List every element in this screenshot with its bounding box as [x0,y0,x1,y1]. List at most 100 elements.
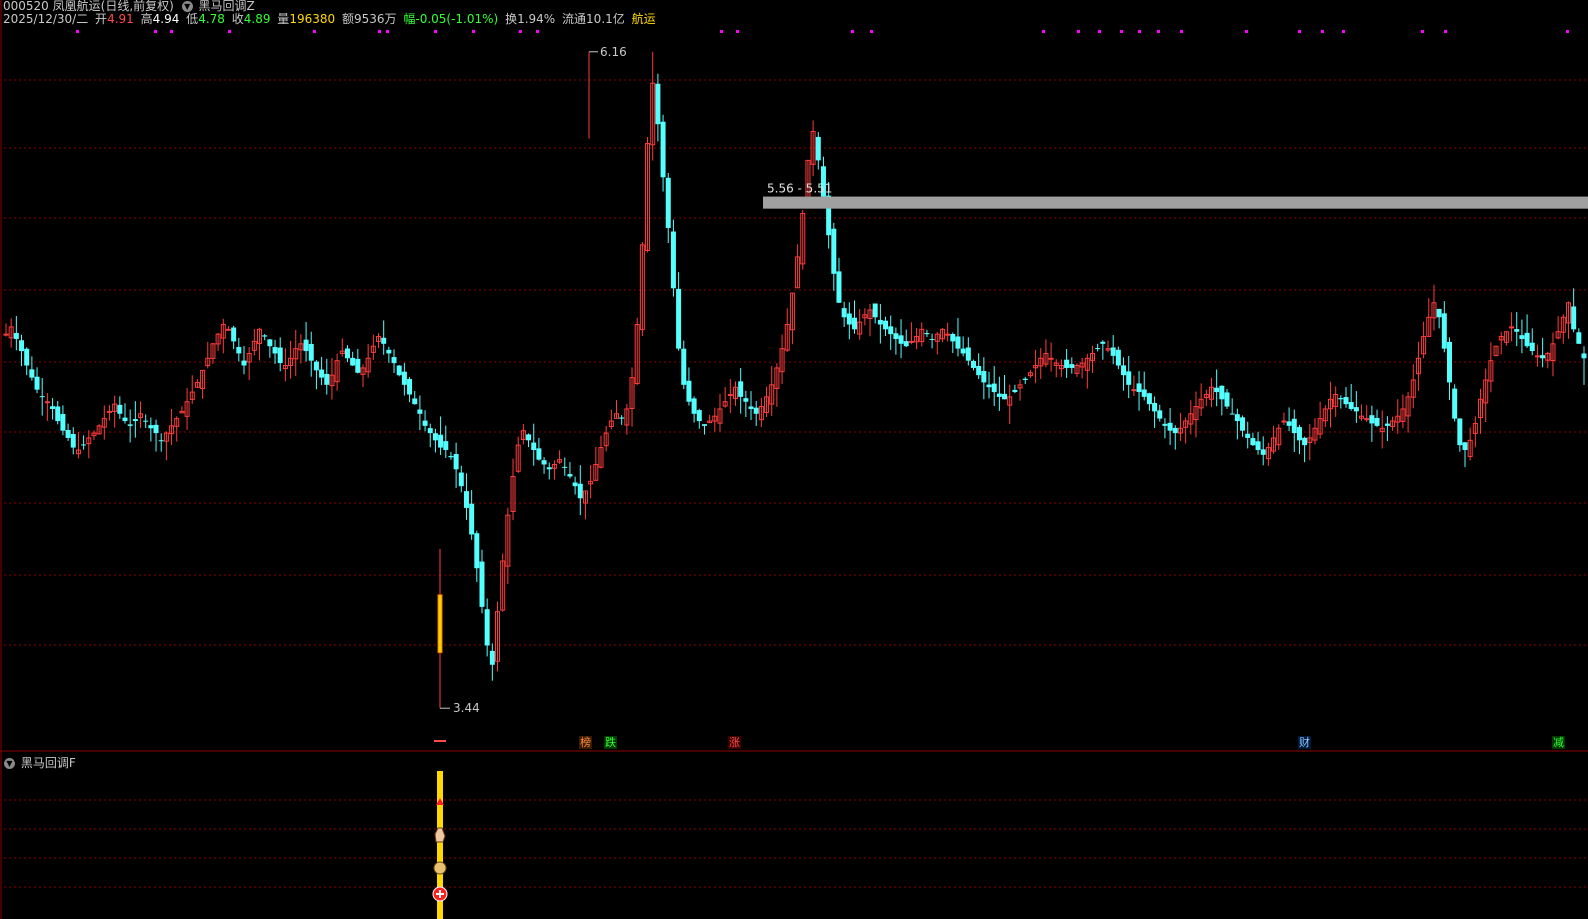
candle-down [13,316,19,351]
event-tag-die[interactable]: 跌 [604,736,617,749]
candle-up [624,404,630,435]
candle-up [1048,342,1054,372]
candle-down [19,334,25,367]
candle-body [986,384,992,388]
candle-down [350,351,356,366]
candle-body [225,328,231,331]
candle-down [676,272,682,351]
event-tag-zhang[interactable]: 涨 [728,736,741,749]
candle-down [996,376,1002,411]
candle-body [1115,349,1121,366]
candle-body [660,121,666,178]
candle-up [1265,442,1271,466]
candle-up [629,367,635,427]
candle-up [603,425,609,452]
candle-body [536,448,542,460]
candle-up [1033,349,1039,384]
event-tag-bang[interactable]: 榜 [579,736,592,749]
kline-chart[interactable]: 6.16 3.44 5.56 - 5.51 [0,0,1588,752]
candle-body [469,503,475,535]
chevron-down-icon[interactable]: ▼ [4,758,15,769]
candle-down [143,414,149,428]
quote-sector[interactable]: 航运 [632,12,656,26]
candle-up [1379,410,1385,449]
candle-down [691,396,697,423]
candle-up [779,334,785,384]
candle-body [1462,442,1468,450]
candle-body [489,650,495,665]
candle-down [70,427,76,455]
event-tag-cai[interactable]: 财 [1298,736,1311,749]
candle-down [572,476,578,495]
candle-down [748,391,754,421]
candle-down [1348,383,1354,411]
candle-down [1162,418,1168,439]
candle-body [929,338,935,340]
candle-down [836,257,842,304]
candle-body [1240,417,1246,431]
candle-body [117,404,123,414]
candle-body [1509,326,1515,329]
candle-up [717,393,723,432]
candle-down [577,465,583,516]
candle-body [1281,420,1287,423]
candle-down [29,356,35,381]
candle-body [132,419,138,422]
candle-up [1478,388,1484,434]
candle-body [836,271,842,303]
candle-down [324,358,330,395]
candle-down [1524,314,1530,348]
candle-down [303,321,309,362]
candle-up [520,424,526,445]
quote-date: 2025/12/30/二 [3,12,89,26]
candle-down [1581,346,1587,385]
candle-body [13,333,19,339]
quote-volume: 量196380 [277,12,336,26]
candle-up [774,363,780,407]
candle-up [769,365,775,417]
candle-down [117,396,123,419]
candle-up [1089,345,1095,374]
sub-indicator-panel[interactable]: ▼ 黑马回调F [0,752,1588,919]
candle-up [1188,400,1194,435]
candle-down [1374,409,1380,428]
candle-body [567,474,573,477]
candle-body [484,609,490,646]
candle-body [422,420,428,426]
candle-up [784,308,790,352]
candle-body [272,347,278,354]
candle-up [1027,370,1033,378]
candle-up [138,401,144,429]
candle-up [179,406,185,414]
candle-down [122,403,128,424]
main-kline-panel[interactable]: 6.16 3.44 5.56 - 5.51 000520 凤凰航运(日线,前复权) … [0,0,1588,752]
candle-body [996,393,1002,397]
candle-body [701,424,707,426]
candle-up [1415,341,1421,391]
candle-down [655,73,661,142]
candle-down [536,437,542,461]
candle-down [132,401,138,438]
candle-body [236,347,242,354]
candle-down [1338,395,1344,409]
event-tag-jian[interactable]: 减 [1552,736,1565,749]
candle-body [1219,385,1225,400]
trough-marker [434,740,446,742]
candle-up [505,507,511,585]
event-marker [1421,30,1424,33]
sub-indicator-name[interactable]: 黑马回调F [21,756,76,770]
sub-indicator-chart[interactable] [0,752,1588,919]
candle-body [1121,365,1127,376]
candle-body [898,335,904,344]
event-marker [170,30,173,33]
candle-down [1452,384,1458,422]
candle-body [1452,388,1458,419]
candle-down [262,334,268,341]
candle-body [1302,437,1308,446]
candle-down [427,423,433,448]
candle-body [691,398,697,414]
candle-body [355,358,361,373]
candle-up [1550,332,1556,377]
candle-up [939,327,945,342]
hand-pointer-icon [434,827,446,843]
